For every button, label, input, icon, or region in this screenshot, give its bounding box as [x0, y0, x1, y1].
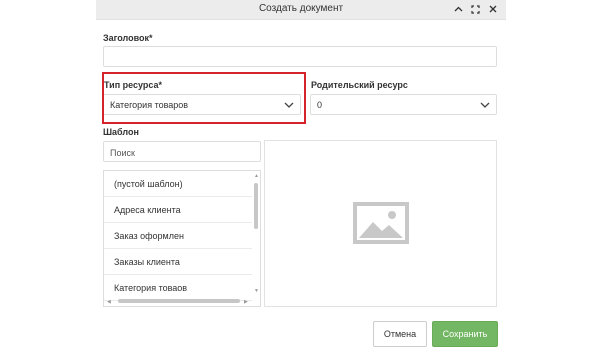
- parent-resource-label: Родительский ресурс: [311, 80, 408, 90]
- chevron-down-icon: [480, 102, 490, 108]
- horizontal-scrollbar[interactable]: [118, 299, 240, 303]
- template-list[interactable]: (пустой шаблон) Адреса клиента Заказ офо…: [103, 170, 261, 307]
- scroll-left-arrow-icon[interactable]: ◀: [107, 299, 111, 305]
- list-item[interactable]: Заказ оформлен: [104, 223, 252, 249]
- parent-resource-select[interactable]: 0: [310, 94, 497, 115]
- search-placeholder: Поиск: [110, 148, 135, 158]
- scroll-down-arrow-icon[interactable]: ▼: [254, 288, 259, 294]
- list-item[interactable]: Адреса клиента: [104, 197, 252, 223]
- close-icon[interactable]: [487, 2, 498, 16]
- highlight-box: [102, 72, 306, 124]
- title-label: Заголовок*: [103, 33, 153, 43]
- maximize-icon[interactable]: [470, 2, 481, 16]
- image-placeholder-icon: [353, 202, 409, 244]
- template-search-input[interactable]: Поиск: [103, 141, 261, 162]
- list-item[interactable]: Заказы клиента: [104, 249, 252, 275]
- parent-resource-value: 0: [317, 100, 323, 110]
- title-input[interactable]: [103, 46, 497, 67]
- save-button[interactable]: Сохранить: [432, 321, 498, 347]
- window-controls: [453, 2, 498, 16]
- dialog-title: Создать документ: [258, 3, 344, 14]
- scroll-up-arrow-icon[interactable]: ▲: [254, 173, 259, 179]
- dialog-titlebar: Создать документ: [96, 0, 506, 20]
- list-item[interactable]: Категория товаов: [104, 275, 252, 301]
- cancel-button[interactable]: Отмена: [373, 321, 427, 347]
- chevron-up-icon[interactable]: [453, 2, 464, 16]
- vertical-scrollbar[interactable]: [254, 183, 258, 229]
- scroll-right-arrow-icon[interactable]: ▶: [244, 299, 248, 305]
- template-label: Шаблон: [103, 127, 139, 137]
- template-preview: [264, 140, 497, 307]
- list-item[interactable]: (пустой шаблон): [104, 171, 252, 197]
